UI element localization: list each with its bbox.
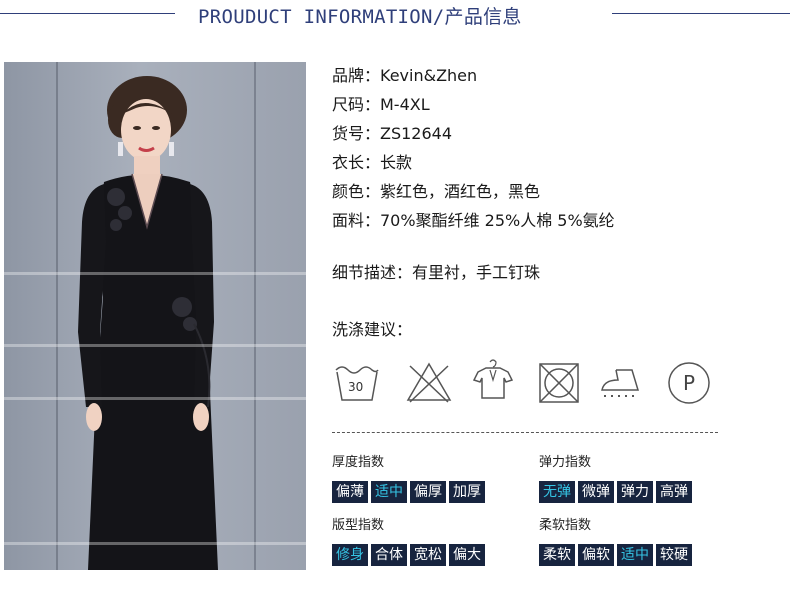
- iron-icon: [598, 358, 648, 408]
- dry-clean-p-icon: P: [664, 358, 714, 408]
- info-size: 尺码：M-4XL: [332, 95, 430, 114]
- wall-molding: [4, 397, 306, 400]
- fit-option: 偏大: [449, 544, 485, 566]
- divider: [332, 432, 718, 433]
- fit-option: 宽松: [410, 544, 446, 566]
- no-bleach-icon: [404, 358, 454, 408]
- softness-label: 柔软指数: [539, 518, 592, 533]
- wall-panel-line: [56, 62, 58, 570]
- softness-options: 柔软 偏软 适中 较硬: [539, 544, 692, 566]
- page-title: PROUDUCT INFORMATION/产品信息: [198, 6, 522, 28]
- svg-text:P: P: [683, 371, 695, 395]
- fit-option: 合体: [371, 544, 407, 566]
- wall-molding: [4, 542, 306, 545]
- hang-dry-icon: [468, 358, 518, 408]
- wall-molding: [4, 344, 306, 347]
- wash-temperature: 30: [348, 380, 364, 394]
- fit-option-selected: 修身: [332, 544, 368, 566]
- elasticity-index: 弹力指数 无弹 微弹 弹力 高弹: [539, 454, 692, 503]
- wash-30-icon: 30: [332, 358, 382, 408]
- thickness-index: 厚度指数 偏薄 适中 偏厚 加厚: [332, 454, 485, 503]
- elasticity-option: 高弹: [656, 481, 692, 503]
- softness-option: 偏软: [578, 544, 614, 566]
- info-item-number: 货号：ZS12644: [332, 124, 453, 143]
- fit-label: 版型指数: [332, 518, 385, 533]
- thickness-options: 偏薄 适中 偏厚 加厚: [332, 481, 485, 503]
- wall-panel-line: [254, 62, 256, 570]
- wash-label: 洗涤建议：: [332, 320, 413, 339]
- elasticity-option-selected: 无弹: [539, 481, 575, 503]
- thickness-option: 偏厚: [410, 481, 446, 503]
- thickness-option-selected: 适中: [371, 481, 407, 503]
- softness-option: 较硬: [656, 544, 692, 566]
- info-length: 衣长：长款: [332, 153, 413, 172]
- header-line-left: [0, 13, 175, 14]
- header-line-right: [612, 13, 790, 14]
- elasticity-options: 无弹 微弹 弹力 高弹: [539, 481, 692, 503]
- info-colors: 颜色：紫红色，酒红色，黑色: [332, 182, 541, 201]
- fit-index: 版型指数 修身 合体 宽松 偏大: [332, 517, 485, 566]
- thickness-option: 偏薄: [332, 481, 368, 503]
- fit-options: 修身 合体 宽松 偏大: [332, 544, 485, 566]
- info-fabric: 面料：70%聚酯纤维 25%人棉 5%氨纶: [332, 211, 615, 230]
- elasticity-option: 微弹: [578, 481, 614, 503]
- softness-option: 柔软: [539, 544, 575, 566]
- header: PROUDUCT INFORMATION/产品信息: [0, 0, 790, 32]
- softness-index: 柔软指数 柔软 偏软 适中 较硬: [539, 517, 692, 566]
- thickness-option: 加厚: [449, 481, 485, 503]
- model-figure: [78, 76, 218, 570]
- elasticity-label: 弹力指数: [539, 455, 592, 470]
- product-photo: [4, 62, 306, 570]
- thickness-label: 厚度指数: [332, 455, 385, 470]
- elasticity-option: 弹力: [617, 481, 653, 503]
- detail-description: 细节描述：有里衬，手工钉珠: [332, 263, 541, 282]
- softness-option-selected: 适中: [617, 544, 653, 566]
- wall-molding: [4, 272, 306, 275]
- info-brand: 品牌：Kevin&Zhen: [332, 66, 478, 85]
- care-icons: 30 P: [332, 358, 712, 408]
- product-info-list: 品牌：Kevin&Zhen 尺码：M-4XL 货号：ZS12644 衣长：长款 …: [332, 64, 615, 238]
- no-tumble-dry-icon: [534, 358, 584, 408]
